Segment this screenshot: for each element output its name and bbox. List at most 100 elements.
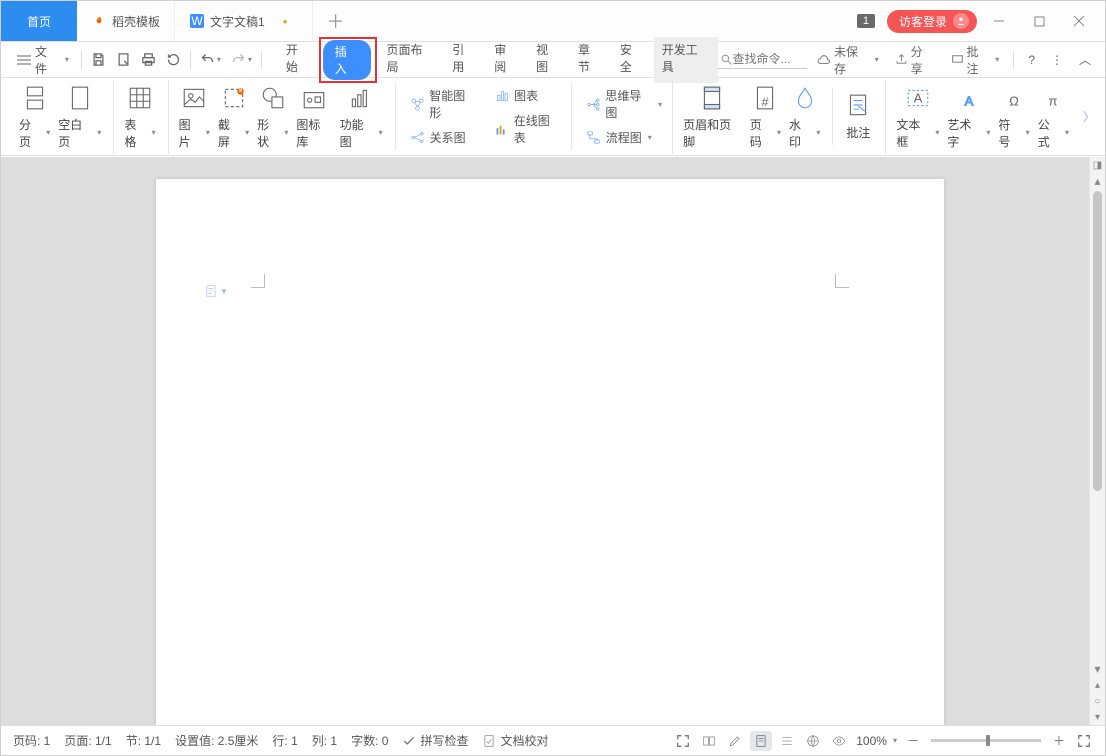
window-close[interactable] — [1061, 6, 1097, 36]
zoom-knob[interactable] — [986, 735, 990, 746]
tab-new[interactable]: ＋ — [313, 1, 359, 41]
next-page-icon[interactable]: ▾ — [1090, 709, 1105, 725]
highlight-insert: 插入 — [319, 37, 377, 83]
prev-page-icon[interactable]: ▴ — [1090, 677, 1105, 693]
ribbon-overflow[interactable]: 〉 — [1081, 78, 1097, 155]
unsaved-dot-icon: ● — [283, 17, 288, 26]
tab-document[interactable]: W 文字文稿1 ● — [175, 1, 313, 41]
tab-templates[interactable]: 稻壳模板 — [77, 1, 175, 41]
online-chart-icon — [494, 121, 510, 137]
page-options-handle[interactable]: ▼ — [204, 283, 228, 299]
browse-object-icon[interactable]: ○ — [1090, 693, 1105, 709]
status-section[interactable]: 节: 1/1 — [124, 730, 163, 751]
status-line[interactable]: 行: 1 — [270, 730, 299, 751]
help-button[interactable]: ? — [1022, 50, 1041, 70]
document-area[interactable]: ▼ — [1, 157, 1089, 725]
ribbon-tabs: 开始 插入 页面布局 引用 审阅 视图 章节 安全 开发工具 — [278, 37, 718, 83]
undo-button[interactable]: ▾ — [195, 48, 226, 71]
share-button[interactable]: 分享 — [889, 40, 941, 80]
unsaved-button[interactable]: 未保存▾ — [811, 40, 885, 80]
write-mode-button[interactable] — [724, 731, 746, 751]
blank-page-button[interactable]: 空白页▾ — [54, 80, 105, 154]
function-chart-button[interactable]: 功能图▾ — [336, 80, 387, 154]
annotate-button[interactable]: 批注▾ — [945, 40, 1006, 80]
print-button[interactable] — [136, 48, 161, 71]
print-preview-button[interactable] — [111, 48, 136, 71]
online-chart-button[interactable]: 在线图表 — [490, 110, 565, 148]
comment-button[interactable]: 批注 — [839, 88, 877, 145]
reading-view-button[interactable] — [698, 731, 720, 751]
textbox-button[interactable]: A文本框▾ — [892, 80, 943, 154]
chevron-down-icon: ▾ — [65, 55, 69, 64]
status-page-no[interactable]: 页码: 1 — [11, 730, 52, 751]
web-view-button[interactable] — [802, 731, 824, 751]
relation-button[interactable]: 关系图 — [406, 127, 481, 148]
page-number-button[interactable]: #页码▾ — [746, 80, 785, 154]
equation-button[interactable]: π公式▾ — [1034, 80, 1073, 154]
page-break-button[interactable]: 分页▾ — [15, 80, 54, 154]
wordart-button[interactable]: A艺术字▾ — [943, 80, 994, 154]
tab-templates-label: 稻壳模板 — [112, 13, 160, 30]
page-canvas[interactable]: ▼ — [156, 179, 944, 725]
tab-reference[interactable]: 引用 — [444, 37, 484, 83]
tab-view[interactable]: 视图 — [528, 37, 568, 83]
zoom-label[interactable]: 100% ▾ — [854, 732, 899, 750]
status-page-of[interactable]: 页面: 1/1 — [62, 730, 113, 751]
header-footer-button[interactable]: 页眉和页脚 — [679, 80, 746, 154]
zoom-in[interactable]: ＋ — [1049, 729, 1069, 752]
shape-button[interactable]: 形状▾ — [253, 80, 292, 154]
save-button[interactable] — [86, 48, 111, 71]
login-button[interactable]: 访客登录 — [887, 10, 977, 33]
page-icon — [204, 283, 218, 299]
file-menu[interactable]: 文件 ▾ — [9, 40, 77, 80]
mindmap-button[interactable]: 思维导图▾ — [582, 85, 666, 123]
tab-insert[interactable]: 插入 — [323, 40, 371, 80]
more-menu[interactable]: ⋮ — [1045, 50, 1069, 70]
fit-page-button[interactable] — [1073, 731, 1095, 751]
chart-button[interactable]: 图表 — [490, 85, 565, 106]
outline-view-button[interactable] — [776, 731, 798, 751]
scroll-down[interactable]: ▾ — [1090, 661, 1105, 677]
zoom-slider[interactable] — [931, 739, 1041, 742]
status-col[interactable]: 列: 1 — [310, 730, 339, 751]
window-maximize[interactable] — [1021, 6, 1057, 36]
status-setvalue[interactable]: 设置值: 2.5厘米 — [173, 730, 260, 751]
status-wordcount[interactable]: 字数: 0 — [349, 730, 390, 751]
watermark-button[interactable]: 水印▾ — [785, 80, 824, 154]
flowchart-button[interactable]: 流程图▾ — [582, 127, 666, 148]
picture-button[interactable]: 图片▾ — [175, 80, 214, 154]
collapse-ribbon[interactable]: ︿ — [1073, 48, 1097, 71]
redo-button[interactable]: ▾ — [226, 48, 257, 71]
tab-home[interactable]: 首页 — [1, 1, 77, 41]
window-minimize[interactable] — [981, 6, 1017, 36]
search-input[interactable] — [733, 52, 793, 66]
tab-start[interactable]: 开始 — [278, 37, 318, 83]
symbol-icon: Ω — [1000, 84, 1028, 112]
scroll-up[interactable]: ▴ — [1090, 173, 1105, 189]
proofread-button[interactable]: 文档校对 — [480, 730, 550, 751]
properties-pane-icon[interactable]: ◨ — [1090, 157, 1105, 173]
refresh-button[interactable] — [161, 48, 186, 71]
smartart-button[interactable]: 智能图形 — [406, 85, 481, 123]
command-search[interactable] — [718, 50, 808, 69]
tab-review[interactable]: 审阅 — [486, 37, 526, 83]
symbol-button[interactable]: Ω符号▾ — [994, 80, 1033, 154]
separator — [190, 51, 191, 69]
comment-icon — [844, 92, 872, 120]
scroll-thumb[interactable] — [1093, 191, 1102, 491]
blank-page-icon — [66, 84, 94, 112]
tab-chapter[interactable]: 章节 — [570, 37, 610, 83]
zoom-out[interactable]: － — [903, 729, 923, 752]
screenshot-button[interactable]: 截屏▾ — [214, 80, 253, 154]
eye-protect-button[interactable] — [828, 731, 850, 751]
icon-library-button[interactable]: 图标库 — [292, 80, 335, 154]
vertical-scrollbar[interactable]: ◨ ▴ ▾ ▴ ○ ▾ — [1089, 157, 1105, 725]
tab-page-layout[interactable]: 页面布局 — [379, 37, 443, 83]
table-button[interactable]: 表格▾ — [120, 80, 159, 154]
notification-badge[interactable]: 1 — [857, 14, 875, 28]
tab-security[interactable]: 安全 — [612, 37, 652, 83]
fullscreen-button[interactable] — [672, 731, 694, 751]
spellcheck-button[interactable]: 拼写检查 — [400, 730, 470, 751]
page-view-button[interactable] — [750, 731, 772, 751]
tab-devtools[interactable]: 开发工具 — [654, 37, 718, 83]
